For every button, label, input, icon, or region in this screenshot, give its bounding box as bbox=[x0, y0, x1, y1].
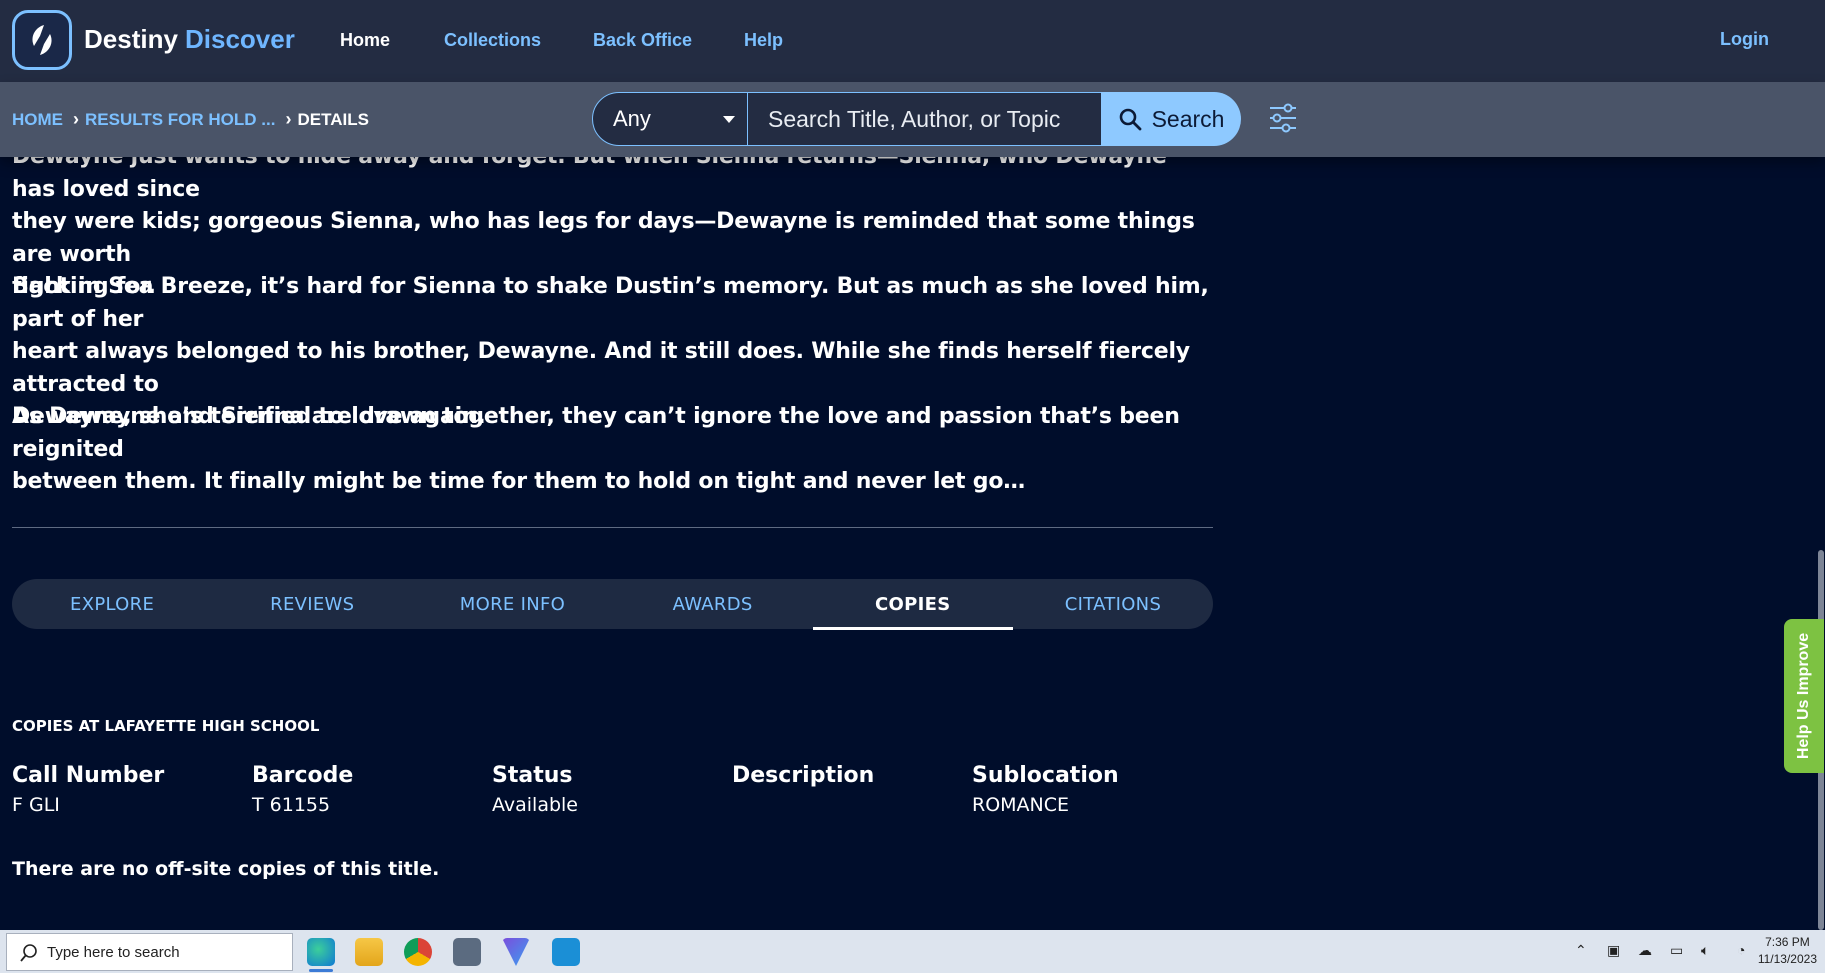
meet-now-icon[interactable]: ▣ bbox=[1607, 942, 1620, 959]
tab-awards[interactable]: AWARDS bbox=[613, 579, 813, 629]
taskbar-search-box[interactable]: Type here to search bbox=[6, 933, 293, 971]
edge-browser-icon[interactable] bbox=[307, 938, 335, 972]
copies-column-status: Status Available bbox=[492, 763, 578, 816]
search-bar-row: HOME › RESULTS FOR HOLD ... › DETAILS An… bbox=[0, 82, 1825, 157]
tab-citations[interactable]: CITATIONS bbox=[1013, 579, 1213, 629]
breadcrumb-results[interactable]: RESULTS FOR HOLD ... bbox=[85, 110, 275, 130]
destiny-logo-icon[interactable] bbox=[12, 10, 72, 70]
battery-icon[interactable]: ▭ bbox=[1670, 942, 1683, 959]
description-line: As Dewayne and Sienna are drawn together… bbox=[12, 404, 1180, 462]
nav-back-office[interactable]: Back Office bbox=[593, 30, 692, 51]
barcode-value: T 61155 bbox=[252, 794, 331, 816]
copies-column-description: Description bbox=[732, 763, 874, 794]
tab-explore[interactable]: EXPLORE bbox=[12, 579, 212, 629]
caret-down-icon bbox=[723, 116, 735, 123]
column-header: Description bbox=[732, 763, 875, 788]
description-line: Back in Sea Breeze, it’s hard for Sienna… bbox=[12, 274, 1209, 332]
search-input[interactable] bbox=[748, 92, 1102, 146]
cloud-icon[interactable]: ☁ bbox=[1638, 942, 1652, 959]
column-header: Status bbox=[492, 763, 573, 788]
system-clock[interactable]: 7:36 PM 11/13/2023 bbox=[1758, 934, 1817, 968]
volume-icon[interactable]: 🔈︎ bbox=[1701, 942, 1709, 959]
breadcrumb-details: DETAILS bbox=[297, 109, 369, 129]
filter-sliders-icon[interactable] bbox=[1268, 102, 1298, 134]
sublocation-value: ROMANCE bbox=[972, 794, 1070, 816]
search-scope-value: Any bbox=[613, 106, 651, 131]
chevron-up-icon[interactable]: ⌃ bbox=[1575, 942, 1587, 959]
detail-tabs: EXPLORE REVIEWS MORE INFO AWARDS COPIES … bbox=[12, 579, 1213, 630]
offsite-copies-note: There are no off-site copies of this tit… bbox=[12, 858, 440, 880]
section-divider bbox=[12, 527, 1213, 528]
nav-home[interactable]: Home bbox=[340, 30, 390, 51]
column-header: Sublocation bbox=[972, 763, 1119, 788]
help-us-improve-button[interactable]: Help Us Improve bbox=[1784, 619, 1824, 773]
copies-column-barcode: Barcode T 61155 bbox=[252, 763, 353, 816]
search-button[interactable]: Search bbox=[1101, 92, 1241, 146]
clock-date: 11/13/2023 bbox=[1757, 952, 1817, 966]
search-button-label: Search bbox=[1151, 105, 1225, 132]
windows-taskbar: Type here to search ⌃ ▣ ☁ ▭ 🔈︎ ◔ 7:36 PM… bbox=[0, 930, 1825, 973]
call-number-value: F GLI bbox=[12, 794, 60, 816]
vpn-app-icon[interactable] bbox=[502, 938, 530, 966]
copies-column-call-number: Call Number F GLI bbox=[12, 763, 164, 816]
clock-time: 7:36 PM bbox=[1765, 935, 1810, 949]
tab-copies[interactable]: COPIES bbox=[812, 579, 1014, 630]
search-scope-select[interactable]: Any bbox=[592, 92, 748, 146]
tab-reviews[interactable]: REVIEWS bbox=[212, 579, 412, 629]
breadcrumb-home[interactable]: HOME bbox=[12, 110, 63, 130]
nav-help[interactable]: Help bbox=[744, 30, 783, 51]
description-line: between them. It finally might be time f… bbox=[12, 469, 1026, 494]
copies-heading: COPIES AT LAFAYETTE HIGH SCHOOL bbox=[12, 717, 320, 735]
chrome-browser-icon[interactable] bbox=[404, 938, 432, 966]
description-paragraph-3: As Dewayne and Sienna are drawn together… bbox=[12, 401, 1212, 499]
breadcrumb: HOME › RESULTS FOR HOLD ... › DETAILS bbox=[12, 109, 369, 130]
copies-column-sublocation: Sublocation ROMANCE bbox=[972, 763, 1119, 816]
chevron-right-icon: › bbox=[285, 109, 292, 129]
search-icon bbox=[1119, 108, 1141, 131]
brand-name-accent: Discover bbox=[185, 24, 295, 54]
search-icon bbox=[20, 944, 37, 962]
column-header: Call Number bbox=[12, 763, 165, 788]
taskbar-search-placeholder: Type here to search bbox=[47, 943, 180, 961]
calculator-icon[interactable] bbox=[453, 938, 481, 966]
top-nav: Destiny Discover Home Collections Back O… bbox=[0, 0, 1825, 82]
brand-name: Destiny bbox=[84, 24, 178, 54]
tab-more-info[interactable]: MORE INFO bbox=[412, 579, 612, 629]
chevron-right-icon: › bbox=[73, 109, 79, 129]
wifi-icon[interactable]: ◔ bbox=[1737, 942, 1745, 958]
store-app-icon[interactable] bbox=[552, 938, 580, 966]
nav-collections[interactable]: Collections bbox=[444, 30, 541, 51]
description-line: they were kids; gorgeous Sienna, who has… bbox=[12, 209, 1195, 267]
description-line: heart always belonged to his brother, De… bbox=[12, 339, 1190, 397]
login-link[interactable]: Login bbox=[1720, 29, 1769, 50]
status-value: Available bbox=[492, 794, 579, 816]
file-explorer-icon[interactable] bbox=[355, 938, 383, 966]
column-header: Barcode bbox=[252, 763, 354, 788]
help-us-improve-label: Help Us Improve bbox=[1795, 632, 1813, 760]
